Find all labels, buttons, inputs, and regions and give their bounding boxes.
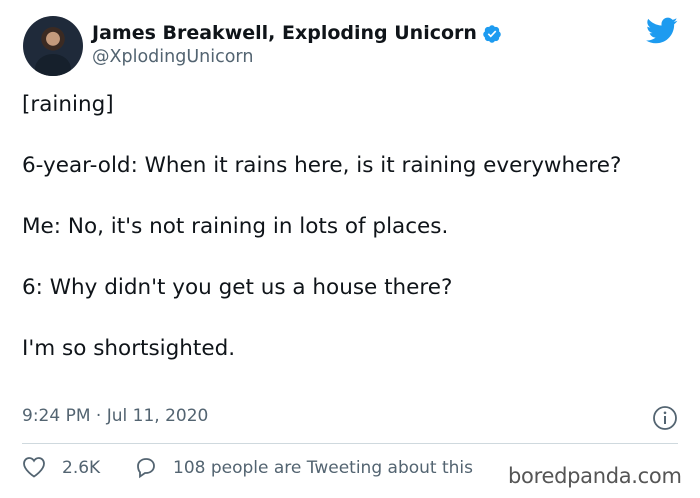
tweet-paragraph: 6-year-old: When it rains here, is it ra… [22, 153, 622, 178]
like-count[interactable]: 2.6K [62, 458, 100, 478]
tweet-text: [raining] 6-year-old: When it rains here… [22, 90, 672, 395]
tweet-paragraph: 6: Why didn't you get us a house there? [22, 275, 453, 300]
heart-icon[interactable] [22, 456, 46, 478]
speech-bubble-icon[interactable] [134, 455, 158, 479]
tweet-paragraph: [raining] [22, 92, 114, 117]
info-icon[interactable] [652, 405, 678, 431]
avatar[interactable] [23, 16, 83, 76]
tweet-paragraph: I'm so shortsighted. [22, 336, 236, 361]
twitter-bird-icon[interactable] [646, 17, 678, 45]
watermark: boredpanda.com [508, 464, 682, 488]
tweeting-about-link[interactable]: 108 people are Tweeting about this [173, 458, 473, 478]
tweet-paragraph: Me: No, it's not raining in lots of plac… [22, 214, 449, 239]
divider [22, 443, 678, 444]
tweet-timestamp[interactable]: 9:24 PM · Jul 11, 2020 [22, 406, 208, 426]
author-handle[interactable]: @XplodingUnicorn [92, 47, 253, 67]
verified-badge-icon [483, 25, 501, 43]
author-name[interactable]: James Breakwell, Exploding Unicorn [92, 22, 477, 44]
